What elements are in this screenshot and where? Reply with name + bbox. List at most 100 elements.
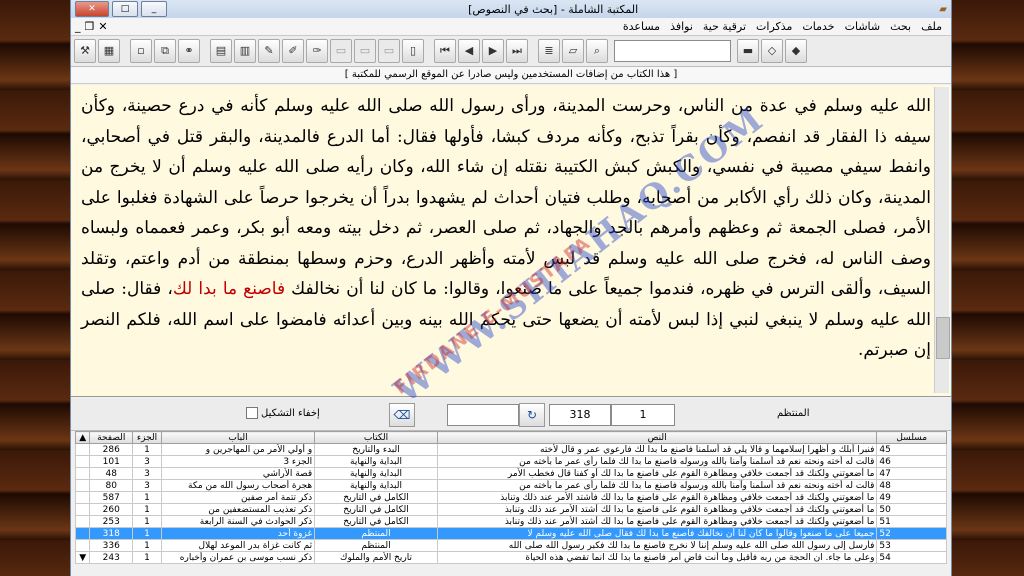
mdi-minimize-icon[interactable]: _ [75, 20, 81, 33]
cell-book[interactable]: البدء والتاريخ [314, 443, 438, 456]
next-icon[interactable]: ▶ [482, 39, 504, 63]
row-scroll-cell[interactable] [74, 443, 91, 456]
cell-chapter[interactable]: و أولي الأمر من المهاجرين و [160, 443, 316, 456]
cell-serial[interactable]: 49 [876, 491, 947, 504]
prev-icon[interactable]: ◀ [458, 39, 480, 63]
edit-icon[interactable]: ✎ [258, 39, 280, 63]
pen-alt-icon[interactable]: ✑ [306, 39, 328, 63]
table-row[interactable]: 260 1 ذكر تعذيب المستضعفين من الكامل في الت… [74, 503, 947, 516]
copy-icon[interactable]: ⧉ [154, 39, 176, 63]
cell-book[interactable]: تاريخ الأمم والملوك [314, 551, 438, 564]
new-icon[interactable]: ▫ [130, 39, 152, 63]
minimize-icon[interactable]: _ [141, 1, 167, 17]
bookmark-icon[interactable]: ◆ [785, 39, 807, 63]
cell-page[interactable]: 80 [89, 479, 134, 492]
table-row[interactable]: 80 3 هجرة أصحاب رسول الله من مكة البداية وا… [74, 479, 947, 492]
table-row[interactable]: 253 1 ذكر الحوادث في السنة الرابعة الكامل ف… [74, 515, 947, 528]
cell-page[interactable]: 101 [89, 455, 134, 468]
hide-diacritics-checkbox[interactable]: إخفاء التشكيل [246, 407, 320, 419]
maximize-icon[interactable]: □ [112, 1, 138, 17]
doc-icon[interactable]: ▤ [210, 39, 232, 63]
cell-chapter[interactable]: ذكر تتمة أمر صفين [160, 491, 316, 504]
table-row[interactable]: 286 1 و أولي الأمر من المهاجرين و البدء وال… [74, 443, 947, 456]
table-row[interactable]: 101 3 الجزء 3 البداية والنهاية قالت له أخته … [74, 455, 947, 468]
tools-icon[interactable]: ⚒ [74, 39, 96, 63]
cell-page[interactable]: 48 [89, 467, 134, 480]
text-scrollbar[interactable] [934, 87, 950, 393]
cell-part[interactable]: 1 [132, 527, 162, 540]
cell-text[interactable]: ما أضعوتني ولكنك قد أجمعت خلافي ومظاهرة … [436, 467, 878, 480]
doc-alt-icon[interactable]: ▥ [234, 39, 256, 63]
cell-book[interactable]: الكامل في التاريخ [314, 491, 438, 504]
table-row[interactable]: 48 3 قصة الأراشي البداية والنهاية ما أضعوتني… [74, 467, 947, 480]
cell-book[interactable]: البداية والنهاية [314, 455, 438, 468]
cell-serial[interactable]: 52 [876, 527, 947, 540]
row-scroll-cell[interactable] [74, 515, 91, 528]
cell-book[interactable]: المنتظم [314, 539, 438, 552]
menu-notes[interactable]: مذكرات [751, 20, 797, 33]
last-icon[interactable]: ⏭ [506, 39, 528, 63]
binoculars-icon[interactable]: ⌕ [586, 39, 608, 63]
cell-chapter[interactable]: ذكر تعذيب المستضعفين من [160, 503, 316, 516]
cell-part[interactable]: 1 [132, 503, 162, 516]
cell-book[interactable]: المنتظم [314, 527, 438, 540]
page-field[interactable]: 318 [549, 404, 611, 426]
cell-page[interactable]: 587 [89, 491, 134, 504]
toolbar-search-input[interactable] [614, 40, 731, 62]
blank-icon[interactable]: ▭ [330, 39, 352, 63]
row-scroll-cell[interactable] [74, 479, 91, 492]
row-scroll-cell[interactable] [74, 467, 91, 480]
cell-chapter[interactable]: غزوة أحد [160, 527, 316, 540]
cell-part[interactable]: 1 [132, 443, 162, 456]
close-icon[interactable]: ✕ [75, 1, 109, 17]
row-scroll-cell[interactable] [74, 527, 91, 540]
menu-services[interactable]: خدمات [797, 20, 839, 33]
cell-serial[interactable]: 46 [876, 455, 947, 468]
folder-icon[interactable]: ▱ [562, 39, 584, 63]
cell-text[interactable]: فأرسل إلى رسول الله صلى الله عليه وسلم إ… [436, 539, 878, 552]
cell-page[interactable]: 336 [89, 539, 134, 552]
part-field[interactable]: 1 [611, 404, 675, 426]
menu-windows[interactable]: نوافذ [665, 20, 698, 33]
blank-icon[interactable]: ▭ [354, 39, 376, 63]
mdi-restore-icon[interactable]: ❐ [85, 20, 95, 33]
cell-chapter[interactable]: ثم كانت غزاة بدر الموعد لهلال [160, 539, 316, 552]
col-header-chapter[interactable]: الباب [160, 431, 316, 444]
menu-help[interactable]: مساعدة [618, 20, 665, 33]
cell-text[interactable]: ما أضعوتني ولكنك قد أجمعت خلافي ومظاهرة … [436, 491, 878, 504]
cell-chapter[interactable]: قصة الأراشي [160, 467, 316, 480]
cell-book[interactable]: البداية والنهاية [314, 467, 438, 480]
blank-icon[interactable]: ▭ [378, 39, 400, 63]
cell-chapter[interactable]: ذكر الحوادث في السنة الرابعة [160, 515, 316, 528]
cell-page[interactable]: 260 [89, 503, 134, 516]
cell-page[interactable]: 243 [89, 551, 134, 564]
col-header-page[interactable]: الصفحة [89, 431, 134, 444]
cell-page[interactable]: 253 [89, 515, 134, 528]
mdi-close-icon[interactable]: ✕ [98, 20, 107, 33]
cell-part[interactable]: 3 [132, 467, 162, 480]
cell-part[interactable]: 3 [132, 455, 162, 468]
cell-serial[interactable]: 47 [876, 467, 947, 480]
checkbox-box[interactable] [246, 407, 258, 419]
cell-chapter[interactable]: ذكر نسب موسى بن عمران وأخباره [160, 551, 316, 564]
cell-text[interactable]: ما أضعوتني ولكنك قد أجمعت خلافي ومظاهرة … [436, 515, 878, 528]
cell-serial[interactable]: 54 [876, 551, 947, 564]
row-scroll-cell[interactable] [74, 455, 91, 468]
row-scroll-cell[interactable] [74, 503, 91, 516]
eraser-icon[interactable]: ⌫ [389, 403, 415, 427]
cell-book[interactable]: البداية والنهاية [314, 479, 438, 492]
table-row[interactable]: 318 1 غزوة أحد المنتظم جميعا على ما صنعوا وق… [74, 527, 947, 540]
table-row[interactable]: 336 1 ثم كانت غزاة بدر الموعد لهلال المنتظم… [74, 539, 947, 552]
cell-part[interactable]: 1 [132, 539, 162, 552]
col-header-text[interactable]: النص [436, 431, 878, 444]
cell-text[interactable]: فنبرا أبلك و أظهرا إسلامهما و قالا يلي ق… [436, 443, 878, 456]
refresh-icon[interactable]: ↻ [519, 403, 545, 427]
cell-text[interactable]: جميعا على ما صنعوا وقالوا ما كان لنا أن … [436, 527, 878, 540]
cell-part[interactable]: 1 [132, 551, 162, 564]
cell-text[interactable]: وعلى ما جاء. ان الحجة من ربه فأقبل وما أ… [436, 551, 878, 564]
link-icon[interactable]: ⚭ [178, 39, 200, 63]
calc-icon[interactable]: ▦ [98, 39, 120, 63]
col-header-book[interactable]: الكتاب [314, 431, 438, 444]
book-open-icon[interactable]: ▯ [402, 39, 424, 63]
cell-chapter[interactable]: الجزء 3 [160, 455, 316, 468]
